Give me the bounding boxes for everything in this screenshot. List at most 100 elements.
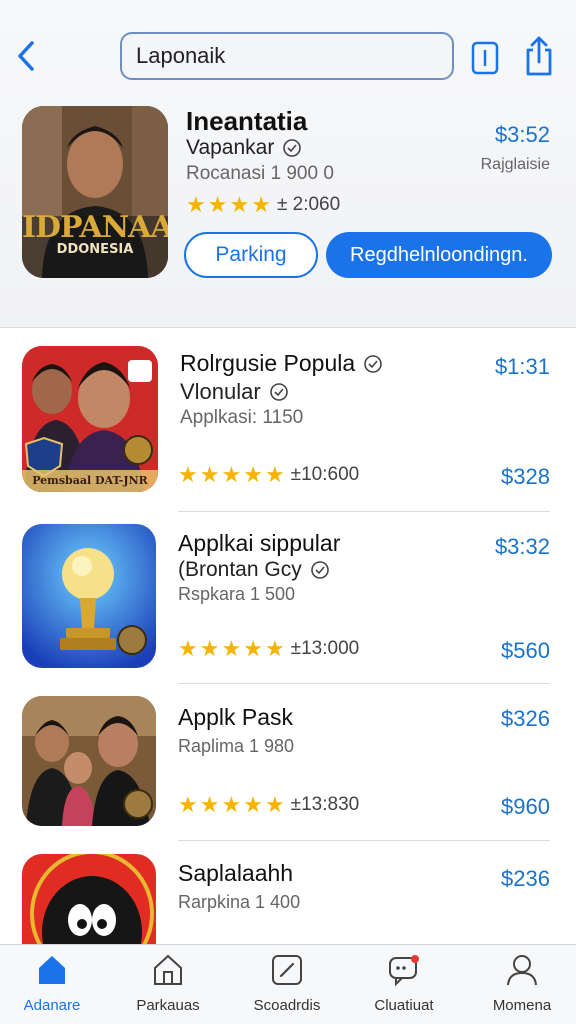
divider (178, 840, 550, 841)
chat-icon (389, 955, 419, 987)
home-icon (39, 956, 65, 984)
app-price-secondary[interactable]: $960 (501, 794, 550, 820)
tab-profile[interactable]: Momena (472, 953, 572, 1021)
app-title: Rolrgusie Popula (180, 350, 383, 377)
star-icon: ★ (264, 792, 285, 817)
star-icon: ★ (229, 192, 250, 217)
star-icon: ★ (243, 792, 263, 817)
featured-app-meta: Rocanasi 1 900 0 (186, 163, 334, 184)
bookmark-icon (471, 41, 499, 75)
list-item[interactable]: Pemsbaal DAT-JNR Rolrgusie Popula Vlonul… (0, 344, 576, 510)
bookmark-button[interactable] (470, 40, 500, 76)
star-icon: ★ (199, 636, 220, 661)
app-subtitle-text: Vlonular (180, 379, 261, 404)
star-icon: ★ (221, 792, 242, 817)
verified-icon (283, 139, 302, 157)
star-icon: ★ (207, 192, 228, 217)
back-button[interactable] (10, 36, 42, 76)
list-item[interactable]: Applkai sippular (Brontan Gcy Rspkara 1 … (0, 522, 576, 682)
app-rating-text: ±13:830 (290, 794, 360, 815)
tab-cluatiuat[interactable]: Cluatiuat (354, 953, 454, 1021)
app-meta: Applkasi: 1150 (180, 407, 304, 428)
tab-label: Scoadrdis (253, 997, 321, 1014)
featured-icon-subtitle: DDONESIA (56, 242, 134, 257)
featured-price: $3:52 (494, 122, 550, 147)
app-subtitle: Vlonular (180, 379, 289, 405)
app-title-text: Rolrgusie Popula (180, 350, 356, 376)
tab-scoadrdis[interactable]: Scoadrdis (237, 953, 337, 1021)
featured-app-subtitle: Vapankar (186, 136, 302, 160)
tab-label: Cluatiuat (374, 997, 434, 1014)
download-button[interactable]: Regdhelnloondingn. (326, 232, 552, 278)
app-rating-text: ±13:000 (290, 638, 360, 659)
list-item[interactable]: Applk Pask Raplima 1 980 ★ ★ ★ ★ ★ ±13:8… (0, 694, 576, 840)
edit-square-icon (272, 955, 302, 985)
featured-rating: ★ ★ ★ ★ ± 2:060 (186, 194, 340, 216)
app-rating-text: ±10:600 (290, 464, 360, 485)
app-price[interactable]: $3:32 (495, 534, 550, 560)
divider (178, 683, 550, 684)
parking-button[interactable]: Parking (184, 232, 318, 278)
app-icon: Pemsbaal DAT-JNR (22, 346, 158, 492)
tab-label: Parkauas (136, 997, 200, 1014)
app-price-secondary[interactable]: $560 (501, 638, 550, 664)
tab-label: Momena (492, 997, 552, 1014)
app-price[interactable]: $1:31 (495, 354, 550, 380)
featured-price-note: Rajglaisie (480, 156, 550, 173)
divider (178, 511, 550, 512)
cartoon-character-image (22, 854, 156, 944)
app-meta: Rarpkina 1 400 (178, 892, 301, 912)
featured-app-title: Ineantatia (186, 106, 308, 136)
star-icon: ★ (199, 462, 220, 487)
star-icon: ★ (178, 636, 198, 661)
person-icon (507, 955, 537, 986)
star-icon: ★ (264, 636, 285, 661)
star-icon: ★ (221, 462, 242, 487)
featured-icon-title: IDPANAA (22, 210, 168, 245)
star-icon: ★ (178, 792, 198, 817)
app-rating: ★ ★ ★ ★ ★ ±13:000 (178, 638, 359, 660)
search-input[interactable] (136, 43, 452, 69)
star-icon: ★ (243, 636, 263, 661)
featured-app-icon[interactable]: IDPANAA DDONESIA (22, 106, 168, 278)
star-icon: ★ (199, 792, 220, 817)
nav-bar (0, 28, 576, 84)
app-subtitle: (Brontan Gcy (178, 558, 330, 582)
tab-label: Adanare (23, 997, 81, 1014)
app-title: Applk Pask (178, 704, 294, 730)
app-portrait-image (22, 346, 158, 492)
app-price[interactable]: $236 (501, 866, 550, 892)
app-icon-caption: Pemsbaal DAT-JNR (32, 474, 148, 487)
app-title: Applkai sippular (178, 530, 341, 556)
star-icon: ★ (186, 192, 206, 217)
verified-icon (310, 561, 329, 579)
app-rating: ★ ★ ★ ★ ★ ±10:600 (178, 464, 359, 486)
app-portrait-image (22, 696, 156, 826)
house-outline-icon (154, 954, 182, 985)
app-subtitle-text: (Brontan Gcy (178, 558, 302, 581)
search-field[interactable] (120, 32, 454, 80)
tab-home[interactable]: Adanare (2, 953, 102, 1021)
tab-parkauas[interactable]: Parkauas (118, 953, 218, 1021)
app-meta: Raplima 1 980 (178, 736, 295, 756)
share-icon (526, 36, 552, 76)
star-icon: ★ (178, 462, 198, 487)
app-icon (22, 696, 156, 826)
list-item[interactable]: Saplalaahh Rarpkina 1 400 $236 (0, 852, 576, 944)
share-button[interactable] (522, 34, 556, 78)
chevron-left-icon (18, 41, 34, 71)
featured-rating-text: ± 2:060 (276, 194, 341, 215)
app-price-secondary[interactable]: $328 (501, 464, 550, 490)
app-price[interactable]: $326 (501, 706, 550, 732)
star-icon: ★ (251, 192, 271, 217)
app-rating: ★ ★ ★ ★ ★ ±13:830 (178, 794, 359, 816)
star-icon: ★ (221, 636, 242, 661)
app-title: Saplalaahh (178, 860, 294, 886)
app-meta: Rspkara 1 500 (178, 584, 296, 604)
app-icon (22, 854, 156, 944)
verified-icon (269, 383, 288, 401)
trophy-image (22, 524, 156, 668)
featured-subtitle-text: Vapankar (186, 136, 275, 159)
app-icon (22, 524, 156, 668)
star-icon: ★ (264, 462, 285, 487)
